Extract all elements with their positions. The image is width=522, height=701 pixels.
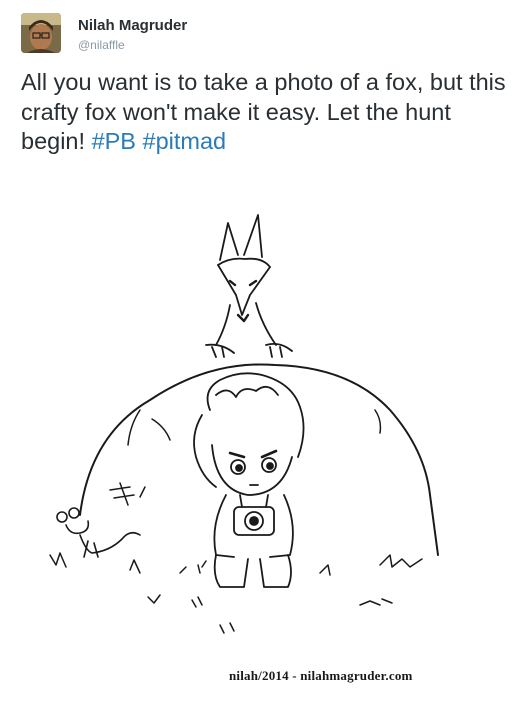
user-avatar[interactable] [21, 13, 61, 53]
girl-with-camera [193, 372, 305, 588]
mouse [56, 507, 141, 558]
hashtag-pitmad[interactable]: #pitmad [143, 128, 227, 154]
fox-illustration [49, 214, 439, 634]
fox [205, 214, 293, 358]
user-handle[interactable]: @nilaffle [78, 38, 125, 52]
rock-outline [79, 363, 439, 556]
display-name[interactable]: Nilah Magruder [78, 17, 187, 34]
grass [49, 552, 423, 634]
tweet-image[interactable] [30, 195, 500, 665]
tweet-text: All you want is to take a photo of a fox… [21, 68, 506, 157]
image-credit: nilah/2014 - nilahmagruder.com [229, 668, 413, 683]
avatar-icon [21, 13, 61, 53]
hashtag-pb[interactable]: #PB [92, 128, 136, 154]
